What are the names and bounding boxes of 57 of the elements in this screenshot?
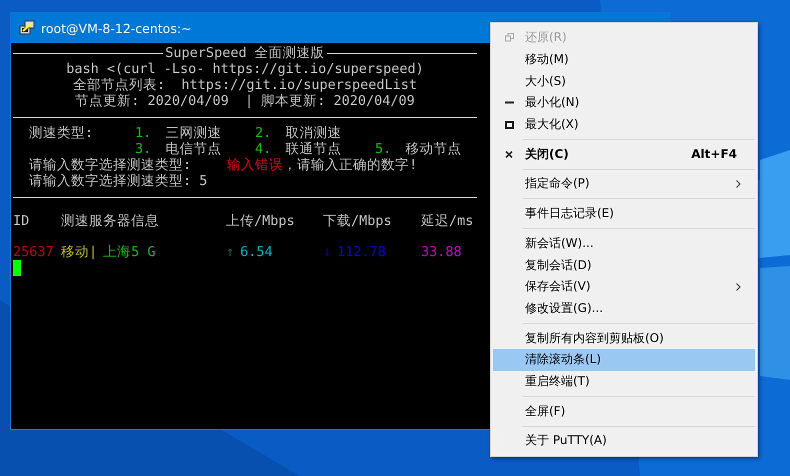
menu-item[interactable]: 复制会话(D): [493, 254, 755, 276]
table-cell: 112.78: [337, 244, 386, 260]
option-number: 1.: [135, 125, 152, 141]
menu-item[interactable]: 全屏(F): [493, 400, 755, 422]
option-label: 测速类型:: [29, 125, 94, 141]
banner-title: SuperSpeed 全面测速版: [165, 45, 325, 61]
menu-item[interactable]: 最大化(X): [493, 114, 755, 136]
banner-line: bash <(curl -Lso- https://git.io/superspeed): [66, 61, 424, 77]
table-cell: ↑: [226, 244, 234, 260]
option-name: 电信节点: [165, 141, 222, 157]
close-icon: [505, 150, 513, 158]
option-number: 2.: [255, 125, 272, 141]
prompt-text: 请输入数字选择测速类型: 5: [29, 173, 208, 189]
restore-icon: [504, 33, 514, 42]
minimize-icon: [504, 101, 514, 104]
column-header: 测速服务器信息: [61, 213, 160, 229]
option-number: 4.: [255, 141, 272, 157]
menu-item[interactable]: 移动(M): [493, 48, 755, 70]
window-title: root@VM-8-12-centos:~: [41, 20, 192, 36]
option-name: 三网测速: [165, 125, 222, 141]
cursor: [13, 260, 21, 276]
table-cell: 上海5 G: [103, 244, 156, 260]
table-cell: ↓: [323, 244, 332, 260]
column-header: 上传/Mbps: [226, 213, 296, 229]
menu-item[interactable]: 新会话(W)...: [493, 232, 755, 254]
menu-item[interactable]: 最小化(N): [493, 92, 755, 114]
option-name: 移动节点: [405, 141, 462, 157]
menu-item[interactable]: 重启终端(T): [493, 370, 755, 392]
option-number: 5.: [375, 141, 392, 157]
prompt-text: 输入错误: [227, 157, 284, 173]
table-cell: 25637: [13, 244, 54, 260]
menu-item[interactable]: 指定命令(P): [493, 173, 755, 195]
prompt-text: ，请输入正确的数字!: [283, 157, 418, 173]
menu-item[interactable]: 清除滚动条(L): [493, 348, 755, 371]
chevron-right-icon: [736, 282, 741, 291]
banner-line: 节点更新: 2020/04/09 | 脚本更新: 2020/04/09: [75, 93, 415, 109]
computer-icon: [19, 20, 35, 36]
option-number: 3.: [135, 141, 152, 157]
menu-item[interactable]: 修改设置(G)...: [493, 298, 755, 320]
menu-item[interactable]: 复制所有内容到剪贴板(O): [493, 327, 755, 349]
option-name: 联通节点: [285, 141, 342, 157]
column-header: ID: [13, 213, 30, 229]
prompt-text: 请输入数字选择测速类型:: [29, 157, 192, 173]
table-cell: 6.54: [240, 244, 273, 260]
menu-item[interactable]: 关于 PuTTY(A): [493, 430, 755, 452]
menu-item[interactable]: 保存会话(V): [493, 276, 755, 298]
column-header: 延迟/ms: [421, 213, 474, 229]
maximize-icon: [504, 120, 514, 129]
menu-item[interactable]: 关闭(C) Alt+F4: [493, 143, 755, 166]
banner-line: 全部节点列表: https://git.io/superspeedList: [72, 77, 418, 93]
option-name: 取消测速: [285, 125, 342, 141]
chevron-right-icon: [736, 180, 741, 188]
menu-item[interactable]: 事件日志记录(E): [493, 202, 755, 224]
column-header: 下载/Mbps: [323, 213, 393, 229]
table-cell: 33.88: [421, 244, 462, 260]
table-cell: 移动|: [61, 244, 98, 260]
menu-item[interactable]: 大小(S): [493, 70, 755, 92]
